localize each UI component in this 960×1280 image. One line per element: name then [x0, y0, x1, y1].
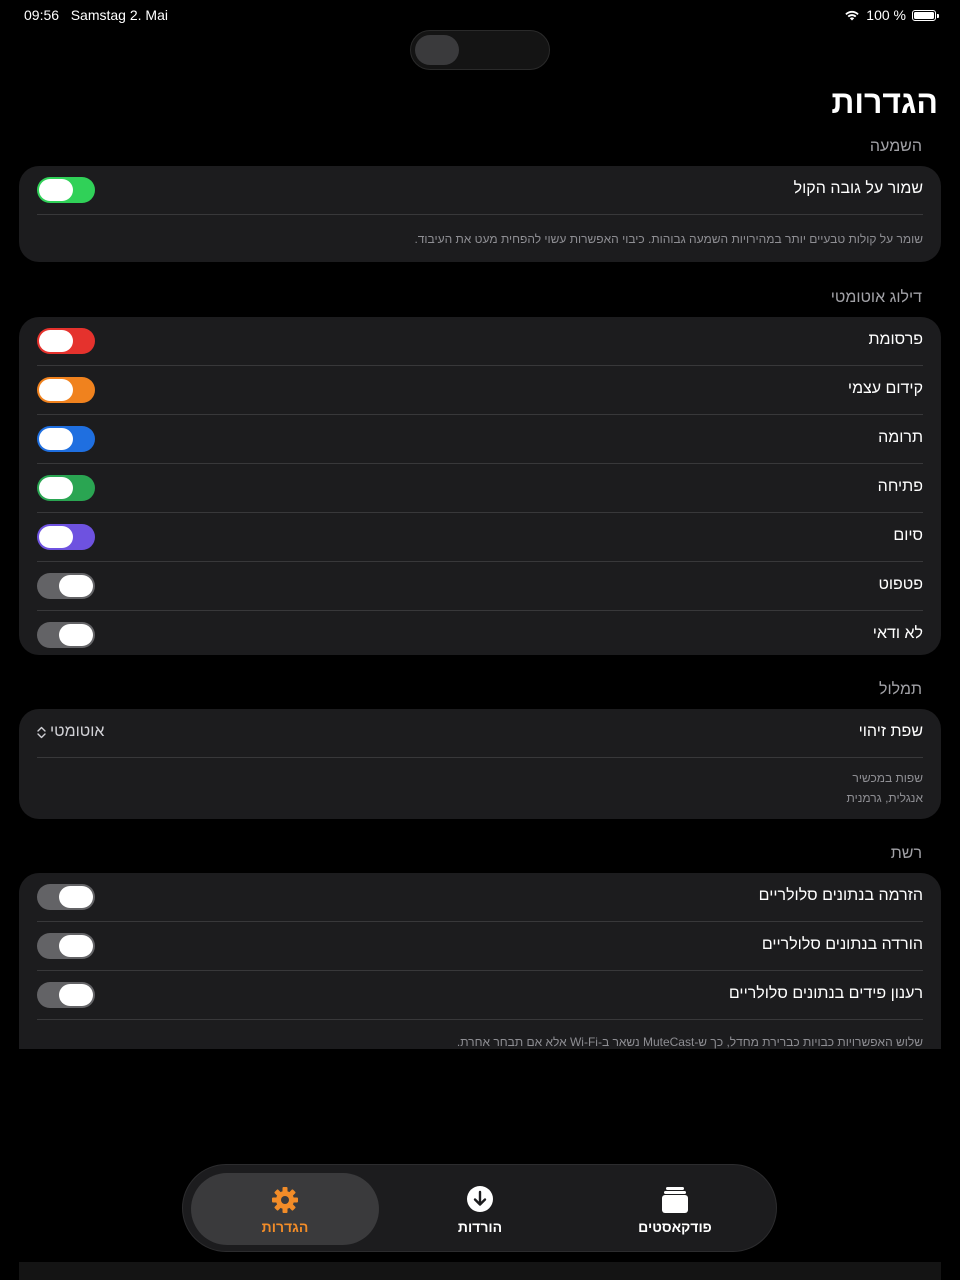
- toggle-donation[interactable]: [37, 426, 95, 452]
- row-label: סיום: [893, 527, 923, 544]
- toggle-thumb: [59, 886, 93, 908]
- toggle-chatter[interactable]: [37, 573, 95, 599]
- row-intro[interactable]: פתיחה: [37, 464, 923, 513]
- card-listening: שמור על גובה הקול שומר על קולות טבעיים י…: [19, 166, 941, 262]
- battery-icon: [912, 9, 939, 21]
- toggle-preserve-pitch[interactable]: [37, 177, 95, 203]
- wifi-icon: [845, 10, 859, 21]
- toggle-thumb: [59, 935, 93, 957]
- tab-downloads[interactable]: הורדות: [386, 1173, 574, 1245]
- row-download-cellular[interactable]: הורדה בנתונים סלולריים: [37, 922, 923, 971]
- tab-settings[interactable]: הגדרות: [191, 1173, 379, 1245]
- toggle-thumb: [39, 428, 73, 450]
- row-label: שפת זיהוי: [858, 723, 923, 740]
- status-bar: 09:56 Samstag 2. Mai 100 %: [0, 0, 960, 30]
- toggle-thumb: [59, 624, 93, 646]
- tab-podcasts[interactable]: פודקאסטים: [581, 1173, 769, 1245]
- tab-label: הורדות: [457, 1219, 503, 1235]
- row-label: הורדה בנתונים סלולריים: [761, 936, 923, 953]
- page-title: הגדרות: [831, 84, 938, 120]
- download-icon: [467, 1186, 493, 1212]
- section-header-listening: השמעה: [869, 138, 922, 155]
- toggle-outro[interactable]: [37, 524, 95, 550]
- bottom-edge: [19, 1262, 941, 1280]
- row-uncertain[interactable]: לא ודאי: [37, 611, 923, 655]
- gear-icon: [272, 1187, 298, 1213]
- battery-percent: 100 %: [866, 7, 906, 23]
- tab-label: פודקאסטים: [638, 1219, 712, 1235]
- row-label: פטפוט: [878, 576, 923, 593]
- toggle-sponsor[interactable]: [37, 328, 95, 354]
- status-time: 09:56 Samstag 2. Mai: [24, 7, 168, 23]
- row-label: קידום עצמי: [847, 380, 923, 397]
- chevron-up-down-icon: [37, 726, 46, 738]
- row-outro[interactable]: סיום: [37, 513, 923, 562]
- status-right: 100 %: [844, 7, 939, 23]
- toggle-uncertain[interactable]: [37, 622, 95, 648]
- footnote-listening: שומר על קולות טבעיים יותר במהירויות השמע…: [414, 232, 923, 246]
- row-sponsor[interactable]: פרסומת: [37, 317, 923, 366]
- toggle-thumb: [59, 984, 93, 1006]
- toggle-self-promo[interactable]: [37, 377, 95, 403]
- toggle-intro[interactable]: [37, 475, 95, 501]
- pill-knob: [415, 35, 459, 65]
- tab-bar: הגדרות הורדות פודקאסטים: [182, 1164, 777, 1252]
- device-languages-value: אנגלית, גרמנית: [846, 791, 923, 805]
- toggle-thumb: [39, 330, 73, 352]
- toggle-stream-cellular[interactable]: [37, 884, 95, 910]
- toggle-thumb: [39, 526, 73, 548]
- row-donation[interactable]: תרומה: [37, 415, 923, 464]
- row-self-promo[interactable]: קידום עצמי: [37, 366, 923, 415]
- row-stream-cellular[interactable]: הזרמה בנתונים סלולריים: [37, 873, 923, 922]
- toggle-download-cellular[interactable]: [37, 933, 95, 959]
- picker-value: אוטומטי: [50, 723, 105, 740]
- toggle-thumb: [39, 179, 73, 201]
- section-header-transcription: תמלול: [879, 681, 922, 698]
- card-transcription: שפת זיהוי אוטומטי שפות במכשיר אנגלית, גר…: [19, 709, 941, 819]
- row-label: רענון פידים בנתונים סלולריים: [728, 985, 923, 1002]
- stack-icon: [662, 1187, 688, 1213]
- device-languages-title: שפות במכשיר: [852, 771, 923, 785]
- row-chatter[interactable]: פטפוט: [37, 562, 923, 611]
- row-label: לא ודאי: [872, 625, 923, 642]
- row-refresh-cellular[interactable]: רענון פידים בנתונים סלולריים: [37, 971, 923, 1020]
- toggle-thumb: [59, 575, 93, 597]
- row-label: פרסומת: [868, 331, 923, 348]
- card-autoskip: פרסומת קידום עצמי תרומה פתיחה סיום פטפוט…: [19, 317, 941, 655]
- footnote-network: שלוש האפשרויות כבויות כברירת מחדל, כך ש-…: [456, 1035, 923, 1049]
- section-header-network: רשת: [890, 845, 922, 862]
- row-label: שמור על גובה הקול: [793, 180, 923, 197]
- row-label: פתיחה: [877, 478, 923, 495]
- row-recognition-language[interactable]: שפת זיהוי אוטומטי: [37, 709, 923, 758]
- toggle-refresh-cellular[interactable]: [37, 982, 95, 1008]
- row-label: תרומה: [878, 429, 923, 446]
- section-header-autoskip: דילוג אוטומטי: [830, 289, 922, 306]
- toggle-thumb: [39, 379, 73, 401]
- toggle-thumb: [39, 477, 73, 499]
- card-network: הזרמה בנתונים סלולריים הורדה בנתונים סלו…: [19, 873, 941, 1049]
- tab-label: הגדרות: [261, 1219, 309, 1235]
- top-segment-pill[interactable]: [410, 30, 550, 70]
- row-label: הזרמה בנתונים סלולריים: [758, 887, 923, 904]
- language-picker[interactable]: אוטומטי: [37, 723, 104, 741]
- row-preserve-pitch[interactable]: שמור על גובה הקול: [37, 166, 923, 215]
